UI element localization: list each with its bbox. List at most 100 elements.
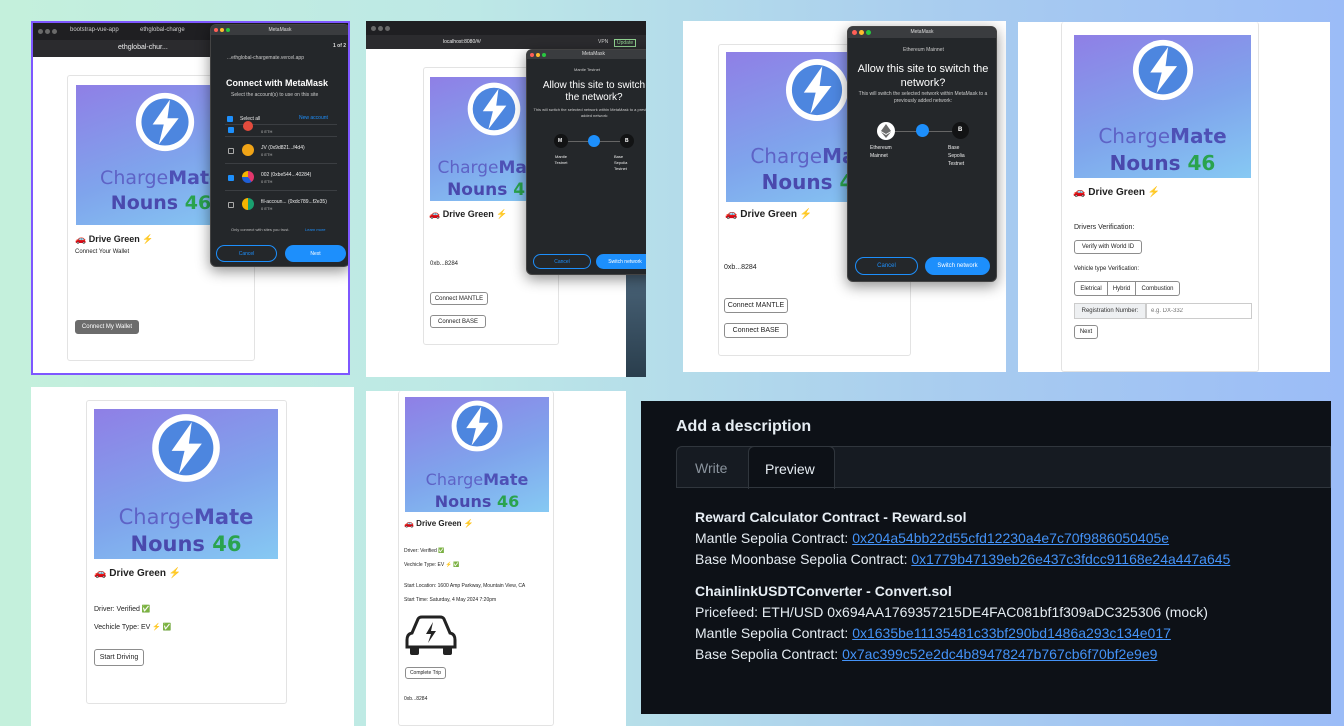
contract-line: Base Sepolia Contract: 0x7ac399c52e2dc4b… <box>695 646 1158 662</box>
start-location: Start Location: 1600 Amp Parkway, Mounta… <box>404 583 526 589</box>
screenshot-switch-mantle: localhost:8080/#/ VPN Update ChargeMate … <box>366 21 646 377</box>
screenshot-switch-ethereum: ChargeMate Nouns 46 🚗 Drive Green ⚡ 0xb.… <box>683 21 1006 372</box>
connect-mantle-button[interactable]: Connect MANTLE <box>430 292 488 305</box>
new-account-link[interactable]: New account <box>299 115 328 121</box>
app-card: ChargeMate Nouns 46 🚗 Drive Green ⚡ Driv… <box>86 400 287 704</box>
wallet-address: 0xb...8284 <box>404 696 428 702</box>
vehicle-type-status: Vechicle Type: EV ⚡ ✅ <box>94 624 172 631</box>
contract-title: ChainlinkUSDTConverter - Convert.sol <box>695 583 952 599</box>
complete-trip-button[interactable]: Complete Trip <box>405 667 446 679</box>
metamask-connect-dialog: MetaMask ...ethglobal-chargemate.vercel.… <box>210 24 348 267</box>
connect-base-button[interactable]: Connect BASE <box>430 315 486 328</box>
contract-link[interactable]: 0x7ac399c52e2dc4b89478247b767cb6f70bf2e9… <box>842 646 1157 662</box>
lightning-icon <box>785 58 849 122</box>
learn-more-link[interactable]: Learn more <box>305 227 325 232</box>
type-combustion-button[interactable]: Combustion <box>1136 281 1180 296</box>
switch-network-button[interactable]: Switch network <box>925 257 990 275</box>
metamask-title: MetaMask <box>211 25 348 35</box>
vehicle-verification-label: Vehicle type Verification: <box>1074 266 1140 272</box>
account-row[interactable]: 0 ETH <box>225 121 337 137</box>
cancel-button[interactable]: Cancel <box>533 254 591 269</box>
lightning-icon <box>152 414 220 482</box>
type-hybrid-button[interactable]: Hybrid <box>1108 281 1136 296</box>
vpn-badge[interactable]: VPN <box>598 39 608 45</box>
cancel-button[interactable]: Cancel <box>216 245 277 262</box>
switch-indicator <box>916 124 929 137</box>
drive-green-title: 🚗 Drive Green ⚡ <box>75 234 154 244</box>
browser-tab[interactable]: ethglobal-charge <box>140 27 185 33</box>
dialog-subheading: This will switch the selected network wi… <box>533 107 646 118</box>
tab-write[interactable]: Write <box>695 460 727 476</box>
dialog-subheading: This will switch the selected network wi… <box>858 91 988 104</box>
vehicle-type-group: Eletrical Hybrid Combustion <box>1074 281 1200 296</box>
registration-label: Registration Number: <box>1074 303 1146 319</box>
url-bar[interactable]: localhost:8080/#/ <box>443 39 481 45</box>
lightning-icon <box>1132 39 1194 101</box>
update-button[interactable]: Update <box>614 39 637 47</box>
contract-link[interactable]: 0x1779b47139eb26e437c3fdcc91168e24a447a6… <box>911 551 1230 567</box>
account-row[interactable]: fil-accoun... (0xdc789...f2e35) 0 ETH <box>225 192 337 218</box>
trust-note: Only connect with sites you trust. <box>231 227 290 232</box>
current-network: Ethereum Mainnet <box>903 47 944 53</box>
app-card: ChargeMate Nouns 46 🚗 Drive Green ⚡ Driv… <box>1061 22 1259 372</box>
browser-toolbar: localhost:8080/#/ VPN Update <box>366 21 646 49</box>
github-description-editor: Add a description Write Preview Reward C… <box>641 401 1331 714</box>
contract-link[interactable]: 0x1635be11135481c33bf290bd1486a293c134e0… <box>852 625 1171 641</box>
from-network-name: Mantle Testnet <box>554 154 568 165</box>
driver-status: Driver: Verified ✅ <box>404 548 445 554</box>
step-indicator: 1 of 2 <box>333 43 347 49</box>
metamask-switch-dialog: MetaMask Ethereum Mainnet Allow this sit… <box>847 26 997 282</box>
drive-green-title: 🚗 Drive Green ⚡ <box>94 568 182 579</box>
dialog-heading: Connect with MetaMask <box>226 78 329 88</box>
account-row[interactable]: JV (0x9d821...f4d4) 0 ETH <box>225 138 337 164</box>
connect-base-button[interactable]: Connect BASE <box>724 323 788 338</box>
contract-line: Mantle Sepolia Contract: 0x204a54bb22d55… <box>695 530 1170 546</box>
dialog-heading: Allow this site to switch the network? <box>542 80 646 103</box>
wallet-address: 0xb...8284 <box>430 261 459 267</box>
screenshot-start-driving: ChargeMate Nouns 46 🚗 Drive Green ⚡ Driv… <box>31 387 354 726</box>
drivers-verification-label: Drivers Verification: <box>1074 224 1135 231</box>
browser-tab[interactable]: bootstrap-vue-app <box>70 27 119 33</box>
lightning-icon <box>135 92 195 152</box>
dialog-subheading: Select the account(s) to use on this sit… <box>231 92 319 98</box>
contract-line: Base Moonbase Sepolia Contract: 0x1779b4… <box>695 551 1231 567</box>
connect-wallet-button[interactable]: Connect My Wallet <box>75 320 139 334</box>
drive-green-title: 🚗 Drive Green ⚡ <box>725 209 813 220</box>
url-bar[interactable]: ethglobal-chur... <box>118 44 168 51</box>
start-driving-button[interactable]: Start Driving <box>94 649 144 666</box>
contract-link[interactable]: 0x204a54bb22d55cfd12230a4e7c70f988605040… <box>852 530 1169 546</box>
contract-line: Mantle Sepolia Contract: 0x1635be1113548… <box>695 625 1171 641</box>
to-network-name: Base Sepolia Testnet <box>614 154 628 171</box>
from-network-name: Ethereum Mainnet <box>870 145 892 159</box>
connect-wallet-label: Connect Your Wallet <box>75 249 130 255</box>
screenshot-trip-in-progress: ChargeMate Nouns 46 🚗 Drive Green ⚡ Driv… <box>366 391 626 726</box>
select-all-checkbox[interactable] <box>227 116 233 122</box>
tab-preview[interactable]: Preview <box>748 446 835 489</box>
ev-car-icon <box>405 615 457 655</box>
lightning-icon <box>467 82 521 136</box>
dialog-heading: Allow this site to switch the network? <box>857 63 989 89</box>
lightning-icon <box>451 400 503 452</box>
ethereum-logo-icon <box>881 124 891 138</box>
editor-tabs: Write Preview <box>676 446 1331 489</box>
drive-green-title: 🚗 Drive Green ⚡ <box>404 519 474 528</box>
metamask-switch-dialog: MetaMask Mantle Testnet Allow this site … <box>526 49 646 275</box>
section-heading: Add a description <box>676 418 812 435</box>
app-card: ChargeMate Nouns 46 🚗 Drive Green ⚡ Driv… <box>398 391 554 726</box>
next-button[interactable]: Next <box>285 245 346 262</box>
cancel-button[interactable]: Cancel <box>855 257 918 275</box>
start-time: Start Time: Saturday, 4 May 2024 7:20pm <box>404 597 497 603</box>
vehicle-type-status: Vechicle Type: EV ⚡ ✅ <box>404 562 460 568</box>
verify-world-id-button[interactable]: Verify with World ID <box>1074 240 1142 254</box>
registration-input[interactable] <box>1146 303 1252 319</box>
wallet-address: 0xb...8284 <box>724 264 757 271</box>
switch-network-button[interactable]: Switch network <box>596 254 646 269</box>
app-logo: ChargeMate Nouns 46 <box>1074 35 1251 178</box>
next-button[interactable]: Next <box>1074 325 1098 339</box>
connect-mantle-button[interactable]: Connect MANTLE <box>724 298 788 313</box>
account-row[interactable]: 002 (0xbe544...40284) 0 ETH <box>225 165 337 191</box>
type-electrical-button[interactable]: Eletrical <box>1074 281 1108 296</box>
to-network-name: Base Sepolia Testnet <box>948 145 965 167</box>
screenshot-verification: ChargeMate Nouns 46 🚗 Drive Green ⚡ Driv… <box>1018 22 1330 372</box>
pricefeed-line: Pricefeed: ETH/USD 0x694AA1769357215DE4F… <box>695 604 1208 620</box>
